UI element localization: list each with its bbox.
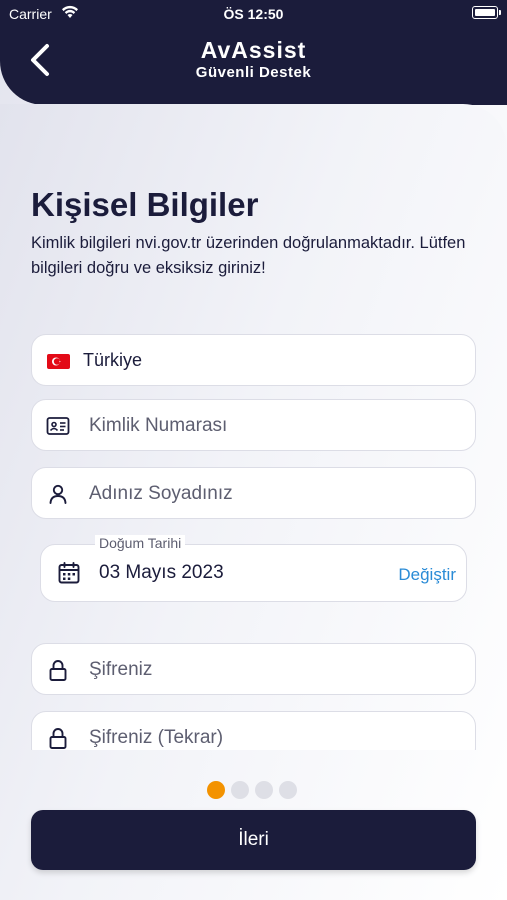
app-title: AvAssist	[200, 37, 307, 63]
calendar-icon	[58, 562, 80, 584]
clock: ÖS 12:50	[223, 6, 284, 22]
page-title: Kişisel Bilgiler	[31, 186, 259, 223]
status-bar: Carrier ÖS 12:50	[0, 0, 507, 28]
birth-date-label: Doğum Tarihi	[95, 535, 186, 551]
turkey-flag-icon	[47, 354, 70, 369]
full-name-field[interactable]: Adınız Soyadınız	[31, 467, 476, 519]
password-repeat-field[interactable]: Şifreniz (Tekrar)	[31, 711, 476, 750]
country-value: Türkiye	[83, 350, 143, 370]
pager-dot[interactable]	[279, 781, 297, 799]
battery-icon	[472, 6, 501, 19]
page-description: Kimlik bilgileri nvi.gov.tr üzerinden do…	[31, 234, 466, 277]
password-placeholder: Şifreniz	[89, 659, 153, 680]
password-repeat-placeholder: Şifreniz (Tekrar)	[89, 727, 224, 748]
pager-dot[interactable]	[255, 781, 273, 799]
change-date-link[interactable]: Değiştir	[398, 565, 456, 585]
birth-date-value: 03 Mayıs 2023	[99, 562, 224, 583]
user-icon	[49, 484, 67, 504]
lock-icon	[49, 660, 67, 681]
country-select[interactable]: Türkiye	[31, 334, 476, 386]
next-button[interactable]: İleri	[31, 810, 476, 870]
app-subtitle: Güvenli Destek	[195, 64, 312, 81]
lock-icon	[49, 728, 67, 749]
id-number-placeholder: Kimlik Numarası	[89, 415, 228, 436]
password-field[interactable]: Şifreniz	[31, 643, 476, 695]
scroll-clip: Şifreniz (Tekrar)	[0, 700, 507, 750]
pager-dot[interactable]	[231, 781, 249, 799]
birth-date-field[interactable]: Doğum Tarihi 03 Mayıs 2023 Değiştir	[40, 535, 467, 602]
id-number-field[interactable]: Kimlik Numarası	[31, 399, 476, 451]
full-name-placeholder: Adınız Soyadınız	[89, 483, 233, 504]
id-card-icon	[46, 417, 70, 435]
pager-dot[interactable]	[207, 781, 225, 799]
